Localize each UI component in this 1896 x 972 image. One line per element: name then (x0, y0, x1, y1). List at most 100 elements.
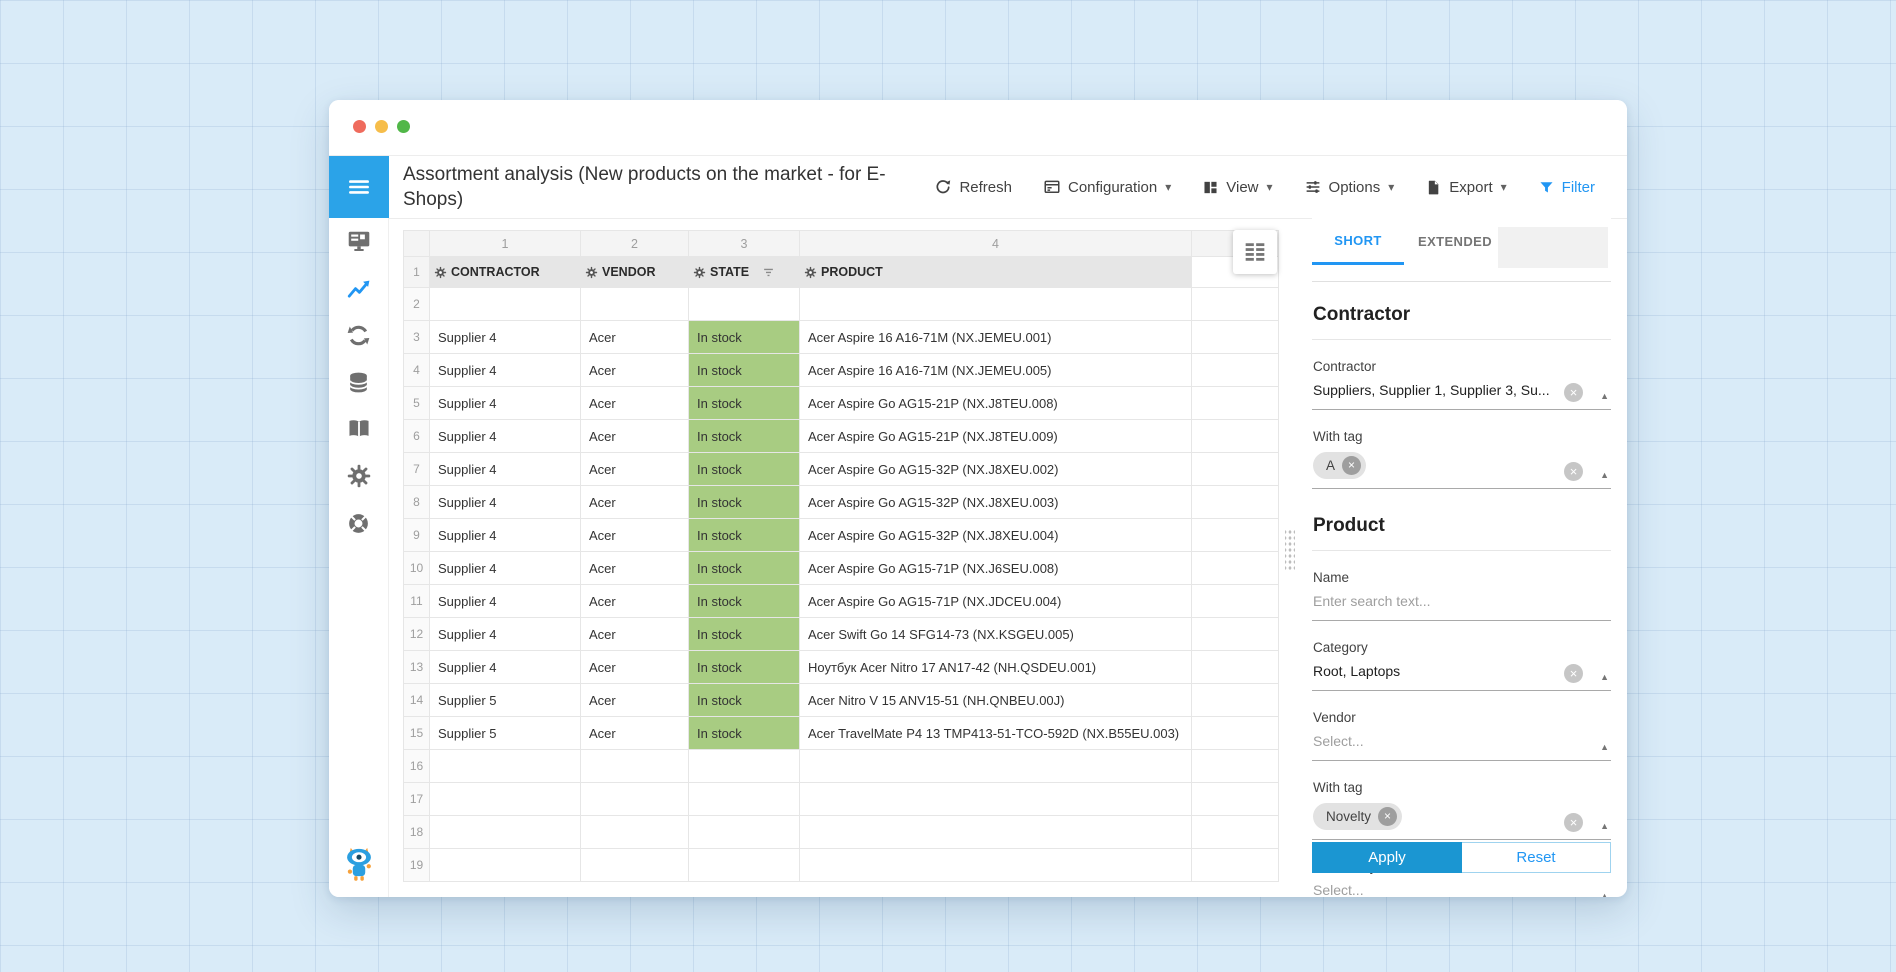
row-number[interactable]: 19 (404, 849, 430, 882)
cell-state[interactable]: In stock (689, 519, 800, 552)
cell-vendor[interactable]: Acer (581, 585, 689, 618)
cell-product[interactable]: Acer Swift Go 14 SFG14-73 (NX.KSGEU.005) (800, 618, 1192, 651)
row-number[interactable]: 7 (404, 453, 430, 486)
apply-button[interactable]: Apply (1312, 842, 1462, 873)
cell-product[interactable]: Acer Aspire Go AG15-32P (NX.J8XEU.002) (800, 453, 1192, 486)
row-number[interactable]: 17 (404, 783, 430, 816)
cell-extra[interactable] (1192, 684, 1279, 717)
chevron-up-icon[interactable]: ▲ (1600, 821, 1609, 831)
cell-state[interactable] (689, 849, 800, 882)
cell-contractor[interactable]: Supplier 5 (430, 684, 581, 717)
cell-extra[interactable] (1192, 387, 1279, 420)
cell-extra[interactable] (1192, 354, 1279, 387)
cell-product[interactable]: Acer Aspire Go AG15-32P (NX.J8XEU.004) (800, 519, 1192, 552)
chevron-up-icon[interactable]: ▲ (1600, 470, 1609, 480)
column-number[interactable]: 3 (689, 231, 800, 257)
options-button[interactable]: Options ▾ (1302, 174, 1397, 200)
cell-extra[interactable] (1192, 783, 1279, 816)
cell-contractor[interactable] (430, 849, 581, 882)
clear-icon[interactable]: × (1564, 462, 1583, 481)
sidebar-item-support[interactable] (346, 510, 372, 536)
row-number[interactable]: 10 (404, 552, 430, 585)
configuration-button[interactable]: Configuration ▾ (1041, 174, 1173, 200)
cell-state[interactable]: In stock (689, 387, 800, 420)
cell-vendor[interactable]: Acer (581, 387, 689, 420)
column-gear-icon[interactable] (693, 266, 706, 279)
cell-vendor[interactable]: Acer (581, 717, 689, 750)
chevron-up-icon[interactable]: ▲ (1600, 672, 1609, 682)
cell-contractor[interactable] (430, 750, 581, 783)
cell-extra[interactable] (1192, 321, 1279, 354)
sidebar-item-knowledge-book[interactable] (346, 416, 372, 442)
row-number[interactable]: 1 (404, 257, 430, 288)
cell-extra[interactable] (1192, 849, 1279, 882)
grid-corner-cell[interactable] (404, 231, 430, 257)
row-number[interactable]: 4 (404, 354, 430, 387)
cell-state[interactable]: In stock (689, 486, 800, 519)
cell-extra[interactable] (1192, 750, 1279, 783)
hamburger-menu-button[interactable] (329, 156, 389, 218)
cell-state[interactable]: In stock (689, 618, 800, 651)
row-number[interactable]: 3 (404, 321, 430, 354)
cell-contractor[interactable]: Supplier 4 (430, 453, 581, 486)
cell-contractor[interactable] (430, 783, 581, 816)
column-gear-icon[interactable] (434, 266, 447, 279)
row-number[interactable]: 16 (404, 750, 430, 783)
remove-tag-icon[interactable]: × (1342, 456, 1361, 475)
cell-extra[interactable] (1192, 288, 1279, 321)
cell-product[interactable]: Acer Aspire Go AG15-21P (NX.J8TEU.009) (800, 420, 1192, 453)
header-cell-state[interactable]: STATE (689, 257, 800, 288)
cell-contractor[interactable]: Supplier 4 (430, 651, 581, 684)
availability-select[interactable]: Select... ▲ (1312, 879, 1611, 897)
row-number[interactable]: 9 (404, 519, 430, 552)
chevron-up-icon[interactable]: ▲ (1600, 742, 1609, 752)
cell-contractor[interactable]: Supplier 4 (430, 585, 581, 618)
cell-vendor[interactable]: Acer (581, 618, 689, 651)
cell-extra[interactable] (1192, 618, 1279, 651)
view-button[interactable]: View ▾ (1200, 175, 1274, 200)
cell-state[interactable]: In stock (689, 420, 800, 453)
cell-contractor[interactable]: Supplier 4 (430, 354, 581, 387)
vendor-select[interactable]: Select... ▲ (1312, 730, 1611, 761)
cell-vendor[interactable] (581, 750, 689, 783)
product-name-input[interactable]: Enter search text... (1312, 590, 1611, 621)
export-button[interactable]: Export ▾ (1423, 175, 1508, 200)
cell-contractor[interactable]: Supplier 4 (430, 486, 581, 519)
cell-product[interactable]: Acer Aspire Go AG15-21P (NX.J8TEU.008) (800, 387, 1192, 420)
cell-contractor[interactable]: Supplier 4 (430, 420, 581, 453)
cell-product[interactable]: Acer Aspire Go AG15-71P (NX.J6SEU.008) (800, 552, 1192, 585)
clear-icon[interactable]: × (1564, 383, 1583, 402)
row-number[interactable]: 14 (404, 684, 430, 717)
cell-contractor[interactable]: Supplier 4 (430, 519, 581, 552)
clear-icon[interactable]: × (1564, 664, 1583, 683)
table-settings-button[interactable] (1233, 230, 1277, 274)
cell-state[interactable] (689, 288, 800, 321)
row-number[interactable]: 6 (404, 420, 430, 453)
cell-product[interactable] (800, 750, 1192, 783)
cell-state[interactable]: In stock (689, 552, 800, 585)
cell-extra[interactable] (1192, 816, 1279, 849)
product-with-tag-select[interactable]: Novelty × × ▲ (1312, 800, 1611, 840)
cell-extra[interactable] (1192, 552, 1279, 585)
tab-short[interactable]: SHORT (1312, 218, 1404, 265)
cell-state[interactable]: In stock (689, 354, 800, 387)
cell-product[interactable]: Acer Aspire Go AG15-32P (NX.J8XEU.003) (800, 486, 1192, 519)
cell-contractor[interactable]: Supplier 4 (430, 387, 581, 420)
cell-vendor[interactable]: Acer (581, 552, 689, 585)
header-cell-vendor[interactable]: VENDOR (581, 257, 689, 288)
chevron-up-icon[interactable]: ▲ (1600, 891, 1609, 897)
row-number[interactable]: 8 (404, 486, 430, 519)
remove-tag-icon[interactable]: × (1378, 807, 1397, 826)
sidebar-item-database[interactable] (346, 369, 372, 395)
row-number[interactable]: 2 (404, 288, 430, 321)
cell-contractor[interactable] (430, 288, 581, 321)
cell-product[interactable] (800, 783, 1192, 816)
cell-vendor[interactable]: Acer (581, 651, 689, 684)
sidebar-item-settings[interactable] (346, 463, 372, 489)
sidebar-item-analytics[interactable] (346, 275, 372, 301)
column-filter-icon[interactable] (761, 265, 776, 280)
cell-state[interactable] (689, 750, 800, 783)
cell-vendor[interactable] (581, 288, 689, 321)
cell-vendor[interactable] (581, 816, 689, 849)
column-number[interactable]: 1 (430, 231, 581, 257)
